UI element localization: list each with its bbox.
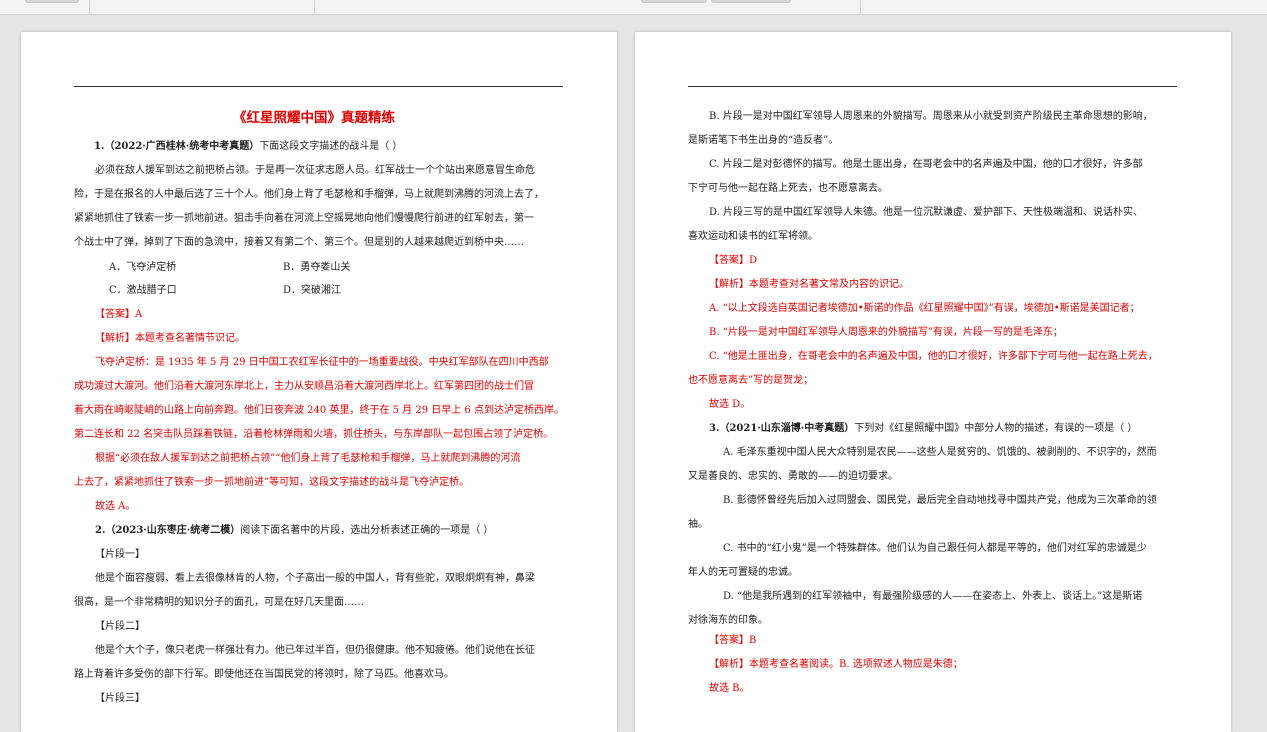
option-d: 喜欢运动和读书的红军将领。 — [688, 231, 818, 242]
analysis-label: 【解析】本题考查名著情节识记。 — [95, 333, 245, 344]
question-source: 3.（2021·山东淄博·中考真题） — [709, 423, 855, 434]
option-a: A. 毛泽东重视中国人民大众特别是农民——这些人是贫穷的、饥饿的、被剥削的、不识… — [723, 447, 1157, 458]
passage-line: 紧紧地抓住了铁索一步一抓地前进。狙击手向着在河流上空摇晃地向他们慢慢爬行前进的红… — [74, 213, 534, 224]
question-source: 1.（2022·广西桂林·统考中考真题） — [94, 141, 260, 152]
analysis-line: 第二连长和 22 名突击队员踩着铁链，沿着枪林弹雨和火墙，抓住桥头，与东岸部队一… — [74, 429, 554, 440]
question-stem: 下列对《红星照耀中国》中部分人物的描述，有误的一项是（ ） — [854, 423, 1138, 434]
passage-line: 路上背着许多受伤的部下行军。即使他还在当国民党的将领时，除了马匹。他喜欢马。 — [74, 669, 454, 680]
analysis-line: 也不愿意离去”写的是贺龙； — [688, 375, 814, 386]
option-d: D. “他是我所遇到的红军领袖中，有最强阶级感的人——在姿态上、外表上、谈话上。… — [723, 591, 1143, 602]
analysis-line: 上去了，紧紧地抓住了铁索一步一抓地前进”等可知，这段文字描述的战斗是飞夺泸定桥。 — [74, 477, 470, 488]
analysis-line: C. “他是土匪出身，在哥老会中的名声遍及中国，他的口才很好，许多部下宁可与他一… — [709, 351, 1158, 362]
option-a: A．飞夺泸定桥 — [109, 262, 177, 273]
passage-line: 很高，是一个非常精明的知识分子的面孔，可是在好几天里面…… — [74, 597, 364, 608]
analysis-line: B. “片段一是对中国红军领导人周恩来的外貌描写”有误，片段一写的是毛泽东； — [709, 327, 1063, 338]
option-b: 袖。 — [688, 519, 708, 530]
header-rule — [74, 86, 563, 87]
analysis-line: A. “以上文段选自英国记者埃德加•斯诺的作品《红星照耀中国》”有误，埃德加•斯… — [709, 303, 1140, 314]
analysis-line: 故选 D。 — [709, 399, 751, 410]
passage-line: 必须在敌人援军到达之前把桥占领。于是再一次征求志愿人员。红军战士一个个站出来愿意… — [95, 165, 535, 176]
option-d: D. 片段三写的是中国红军领导人朱德。他是一位沉默谦虚、爱护部下、天性极端温和、… — [709, 207, 1144, 218]
analysis-line: 故选 B。 — [709, 683, 750, 694]
option-c: C. 书中的“红小鬼”是一个特殊群体。他们认为自己跟任何人都是平等的，他们对红军… — [723, 543, 1147, 554]
question-3: 3.（2021·山东淄博·中考真题）下列对《红星照耀中国》中部分人物的描述，有误… — [709, 422, 1137, 435]
option-b: B. 片段一是对中国红军领导人周恩来的外貌描写。周恩来从小就受到资产阶级民主革命… — [709, 111, 1153, 122]
analysis-line: 成功渡过大渡河。他们沿着大渡河东岸北上，主力从安顺昌沿着大渡河西岸北上。红军第四… — [74, 381, 534, 392]
segment-heading: 【片段一】 — [95, 549, 145, 560]
option-c: C. 片段二是对彭德怀的描写。他是土匪出身，在哥老会中的名声遍及中国，他的口才很… — [709, 159, 1143, 170]
document-page-right: B. 片段一是对中国红军领导人周恩来的外貌描写。周恩来从小就受到资产阶级民主革命… — [635, 32, 1231, 732]
answer-label: 【答案】B — [709, 635, 757, 646]
option-a: 又是善良的、忠实的、勇敢的——的迫切要求。 — [688, 471, 898, 482]
analysis-label: 【解析】本题考查名著阅读。B. 选项叙述人物应是朱德； — [709, 659, 963, 670]
analysis-line: 着大雨在崎岖陡峭的山路上向前奔跑。他们日夜奔波 240 英里，终于在 5 月 2… — [74, 405, 564, 416]
passage-line: 他是个面容瘦弱、看上去很像林肯的人物，个子高出一般的中国人，背有些驼，双眼炯炯有… — [95, 573, 535, 584]
toolbar-divider — [90, 0, 315, 14]
option-d: D．突破湘江 — [283, 285, 342, 296]
analysis-line: 飞夺泸定桥：是 1935 年 5 月 29 日中国工农红军长征中的一场重要战役。… — [95, 357, 549, 368]
analysis-line: 故选 A。 — [95, 501, 136, 512]
analysis-line: 根据“必须在敌人援军到达之前把桥占领”“他们身上背了毛瑟枪和手榴弹，马上就爬到沸… — [95, 453, 521, 464]
passage-line: 险，于是在报名的人中最后选了三十个人。他们身上背了毛瑟枪和手榴弹，马上就爬到沸腾… — [74, 189, 544, 200]
toolbar — [0, 0, 1267, 15]
toolbar-divider — [0, 0, 90, 14]
question-source: 2.（2023·山东枣庄·统考二模） — [95, 525, 241, 536]
option-b: B. 彭德怀曾经先后加入过同盟会、国民党，最后完全自动地找寻中国共产党，他成为三… — [723, 495, 1157, 506]
option-c: C．激战腊子口 — [109, 285, 177, 296]
toolbar-divider — [315, 0, 861, 14]
document-page-left: 《红星照耀中国》真题精练 1.（2022·广西桂林·统考中考真题）下面这段文字描… — [21, 32, 617, 732]
passage-line: 个战士中了弹，掉到了下面的急流中，接着又有第二个、第三个。但是别的人越来越爬近到… — [74, 237, 524, 248]
answer-label: 【答案】A — [95, 309, 143, 320]
option-d: 对徐海东的印象。 — [688, 615, 768, 626]
analysis-label: 【解析】本题考查对名著文常及内容的识记。 — [709, 279, 909, 290]
option-c: 年人的无可置疑的忠诚。 — [688, 567, 798, 578]
option-b: B．勇夺娄山关 — [283, 262, 351, 273]
question-1: 1.（2022·广西桂林·统考中考真题）下面这段文字描述的战斗是（ ） — [94, 140, 402, 153]
header-rule — [688, 86, 1177, 87]
question-stem: 阅读下面名著中的片段，选出分析表述正确的一项是（ ） — [240, 525, 494, 536]
question-stem: 下面这段文字描述的战斗是（ ） — [259, 141, 403, 152]
document-title: 《红星照耀中国》真题精练 — [233, 110, 395, 126]
question-2: 2.（2023·山东枣庄·统考二模）阅读下面名著中的片段，选出分析表述正确的一项… — [95, 524, 493, 537]
segment-heading: 【片段二】 — [95, 621, 145, 632]
answer-label: 【答案】D — [709, 255, 758, 266]
option-c: 下宁可与他一起在路上死去，也不愿意离去。 — [688, 183, 888, 194]
passage-line: 他是个大个子，像只老虎一样强壮有力。他已年过半百，但仍很健康。他不知疲倦。他们说… — [95, 645, 535, 656]
option-b: 是斯诺笔下书生出身的“造反者”。 — [688, 135, 839, 146]
